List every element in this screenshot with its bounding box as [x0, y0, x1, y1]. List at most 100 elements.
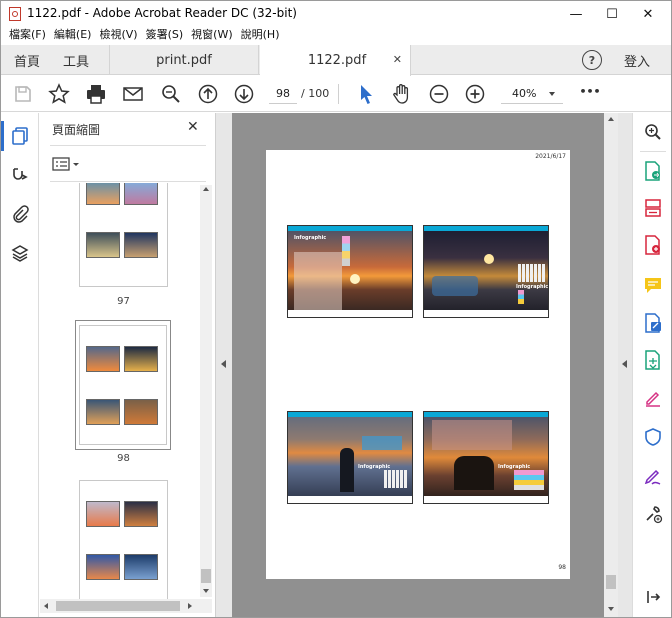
scroll-up-arrow-icon[interactable] [608, 117, 614, 121]
comment-icon[interactable] [638, 270, 668, 300]
select-cursor-icon[interactable] [351, 76, 381, 112]
page-total: / 100 [301, 87, 330, 100]
collapse-right-arrow-icon[interactable] [622, 360, 627, 368]
bookmark-star-icon[interactable] [44, 76, 74, 112]
slide-footer [288, 310, 412, 317]
scroll-right-arrow-icon[interactable] [188, 603, 192, 609]
mini-slide [86, 501, 120, 527]
compress-pdf-icon[interactable] [638, 345, 668, 375]
hand-tool-icon[interactable] [387, 76, 417, 112]
paperclip-icon[interactable] [5, 199, 35, 229]
layers-icon[interactable] [5, 238, 35, 268]
zoom-out-icon[interactable] [424, 76, 454, 112]
infographic-bars [384, 470, 408, 488]
menu-view[interactable]: 檢視(V) [95, 27, 141, 45]
menu-window[interactable]: 視窗(W) [187, 27, 236, 45]
next-page-icon[interactable] [229, 76, 259, 112]
menu-edit[interactable]: 編輯(E) [50, 27, 96, 45]
protect-shield-icon[interactable] [638, 422, 668, 452]
search-icon[interactable] [638, 117, 668, 147]
hscroll-thumb[interactable] [56, 601, 180, 611]
main-toolbar: 98 / 100 40% ••• [1, 76, 671, 112]
panel-divider [50, 145, 206, 146]
save-icon[interactable] [8, 76, 38, 112]
collapse-left-panel-strip[interactable] [216, 113, 232, 617]
acrobat-window: 1122.pdf - Adobe Acrobat Reader DC (32-b… [0, 0, 672, 618]
thumbnail-options-menu[interactable] [52, 155, 82, 173]
collapse-tools-icon[interactable] [638, 582, 668, 612]
close-tab-icon[interactable]: ✕ [393, 53, 402, 66]
tab-print-pdf[interactable]: print.pdf [109, 45, 259, 75]
scroll-left-arrow-icon[interactable] [44, 603, 48, 609]
mini-slide [124, 554, 158, 580]
scroll-down-arrow-icon[interactable] [608, 607, 614, 611]
page-thumbnails-icon[interactable] [5, 121, 35, 151]
infographic-bars [342, 236, 350, 266]
mini-slide [124, 399, 158, 425]
collapse-right-panel-strip[interactable] [618, 113, 632, 617]
zoom-in-icon[interactable] [460, 76, 490, 112]
slide-header [288, 226, 412, 231]
scroll-thumb[interactable] [606, 575, 616, 589]
email-icon[interactable] [118, 76, 148, 112]
mini-slide [124, 501, 158, 527]
request-signature-icon[interactable] [638, 461, 668, 491]
thumbnail-scrollbar[interactable] [200, 185, 212, 597]
slide-header [424, 412, 548, 417]
document-scrollbar[interactable] [604, 113, 618, 617]
mini-slide [86, 346, 120, 372]
page-date: 2021/6/17 [535, 153, 566, 160]
search-icon[interactable] [156, 76, 186, 112]
infographic-color-keys [518, 290, 524, 304]
page-number-input[interactable]: 98 [269, 84, 297, 104]
tab-bar: 首頁 工具 print.pdf 1122.pdf ✕ ? 登入 [1, 45, 671, 76]
more-tools-button[interactable]: ••• [577, 85, 603, 98]
collapse-left-arrow-icon[interactable] [221, 360, 226, 368]
menu-file[interactable]: 檔案(F) [5, 27, 50, 45]
slide-footer [288, 496, 412, 503]
zoom-value: 40% [512, 87, 537, 100]
sun-shape [350, 274, 360, 284]
login-button[interactable]: 登入 [613, 45, 661, 75]
previous-page-icon[interactable] [193, 76, 223, 112]
page-thumbnails-panel: 頁面縮圖 ✕ 97 98 [40, 113, 216, 617]
window-title: 1122.pdf - Adobe Acrobat Reader DC (32-b… [27, 6, 297, 20]
slide-header [288, 412, 412, 417]
fill-sign-icon[interactable] [638, 383, 668, 413]
mini-slide [86, 232, 120, 258]
mini-slide [86, 399, 120, 425]
tab-tools[interactable]: 工具 [53, 45, 99, 75]
print-icon[interactable] [81, 76, 111, 112]
export-pdf-icon[interactable] [638, 156, 668, 186]
close-window-button[interactable]: ✕ [625, 1, 671, 27]
sun-shape [484, 254, 494, 264]
thumbnail-page-97[interactable] [79, 183, 168, 287]
slide-image: Infographic [287, 225, 413, 318]
silhouette-shape [454, 456, 494, 490]
mini-slide [124, 183, 158, 205]
tab-home[interactable]: 首頁 [1, 45, 53, 75]
tab-1122-pdf[interactable]: 1122.pdf ✕ [260, 45, 411, 76]
chevron-down-icon [549, 92, 555, 96]
tools-rail [632, 113, 671, 617]
organize-pages-icon[interactable] [638, 193, 668, 223]
pdf-page: 2021/6/17 98 Infographic Infographic Inf… [266, 150, 570, 579]
scroll-down-arrow-icon[interactable] [203, 589, 209, 593]
thumbnail-page-98 [79, 325, 167, 445]
help-icon[interactable]: ? [582, 50, 602, 70]
menu-help[interactable]: 說明(H) [237, 27, 284, 45]
thumbnail-hscrollbar[interactable] [40, 599, 212, 613]
create-pdf-icon[interactable] [638, 230, 668, 260]
slide-image: Infographic [287, 411, 413, 504]
infographic-title: Infographic [294, 235, 327, 241]
menu-sign[interactable]: 簽署(S) [142, 27, 188, 45]
zoom-select[interactable]: 40% [501, 84, 563, 104]
thumbnail-page-99[interactable] [79, 480, 168, 599]
scroll-up-arrow-icon[interactable] [203, 187, 209, 191]
attachment-link-icon[interactable] [5, 160, 35, 190]
thumbnail-label: 98 [117, 453, 130, 464]
edit-pdf-icon[interactable] [638, 308, 668, 338]
scroll-thumb[interactable] [201, 569, 211, 583]
more-tools-icon[interactable] [638, 499, 668, 529]
close-panel-icon[interactable]: ✕ [187, 119, 199, 135]
